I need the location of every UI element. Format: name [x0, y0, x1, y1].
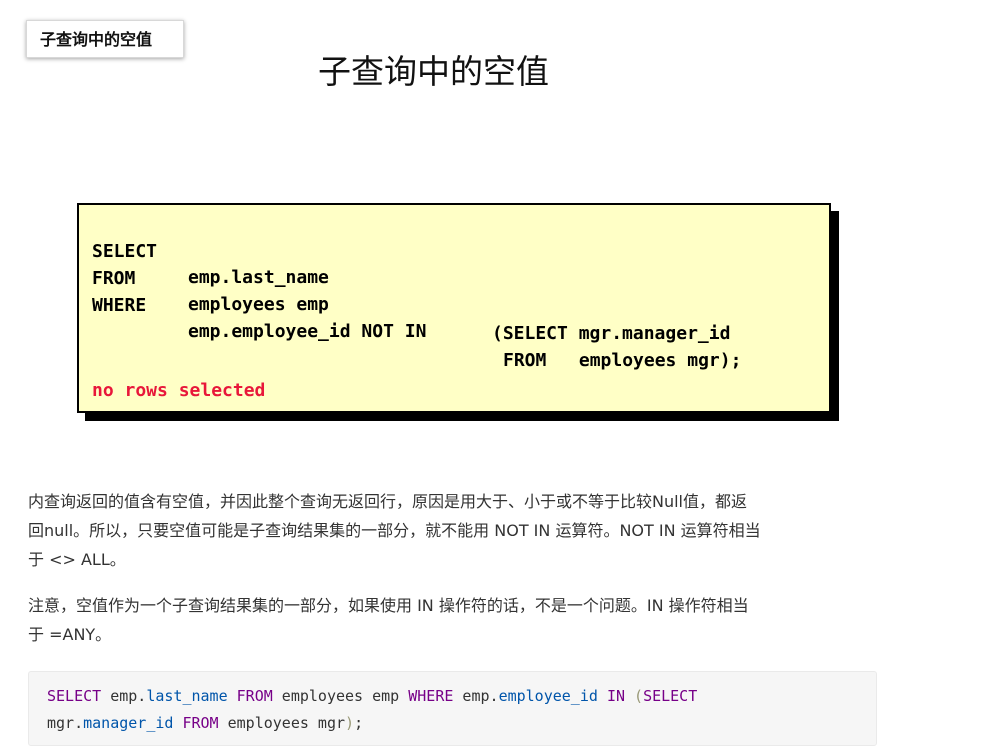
sql-property: last_name [146, 687, 228, 705]
sql-text: employees mgr [218, 714, 346, 732]
sql-keyword: FROM [236, 687, 273, 705]
paragraph-line: 于 =ANY。 [28, 625, 112, 644]
sql-text: employees emp [188, 294, 329, 315]
query-result: no rows selected [92, 380, 266, 401]
sql-property: manager_id [83, 714, 174, 732]
sql-keyword: SELECT [47, 687, 102, 705]
sql-bracket: ( [634, 687, 644, 705]
sql-text: emp.last_name [188, 267, 329, 288]
sql-keyword: FROM [182, 714, 219, 732]
sql-bracket: ) [345, 714, 355, 732]
note-paragraph: 注意，空值作为一个子查询结果集的一部分，如果使用 IN 操作符的话，不是一个问题… [28, 591, 878, 649]
sql-keyword: IN [606, 687, 625, 705]
paragraph-line: 回null。所以，只要空值可能是子查询结果集的一部分，就不能用 NOT IN 运… [28, 521, 761, 540]
sql-keyword: WHERE [408, 687, 454, 705]
sql-code-block[interactable]: SELECT emp.last_name FROM employees emp … [28, 671, 877, 746]
sql-text: employees emp [272, 687, 409, 705]
sql-text: emp. [101, 687, 147, 705]
sql-property: employee_id [498, 687, 598, 705]
sql-keyword: SELECT [643, 687, 698, 705]
sql-text: ; [354, 714, 364, 732]
sql-text: emp.employee_id NOT IN [188, 321, 427, 342]
slide-title: 子查询中的空值 [318, 52, 549, 91]
section-tag: 子查询中的空值 [26, 20, 184, 58]
code-box: SELECT emp.last_name FROM employees emp … [77, 203, 831, 413]
sql-text: emp. [453, 687, 499, 705]
sql-text: (SELECT mgr.manager_id [492, 323, 731, 344]
sql-text: mgr. [47, 714, 84, 732]
paragraph-line: 注意，空值作为一个子查询结果集的一部分，如果使用 IN 操作符的话，不是一个问题… [28, 596, 749, 615]
paragraph: 内查询返回的值含有空值，并因此整个查询无返回行，原因是用大于、小于或不等于比较N… [28, 487, 878, 574]
paragraph-line: 内查询返回的值含有空值，并因此整个查询无返回行，原因是用大于、小于或不等于比较N… [28, 492, 748, 511]
sql-text: FROM employees mgr); [503, 350, 742, 371]
paragraph-line: 于 <> ALL。 [28, 550, 126, 569]
